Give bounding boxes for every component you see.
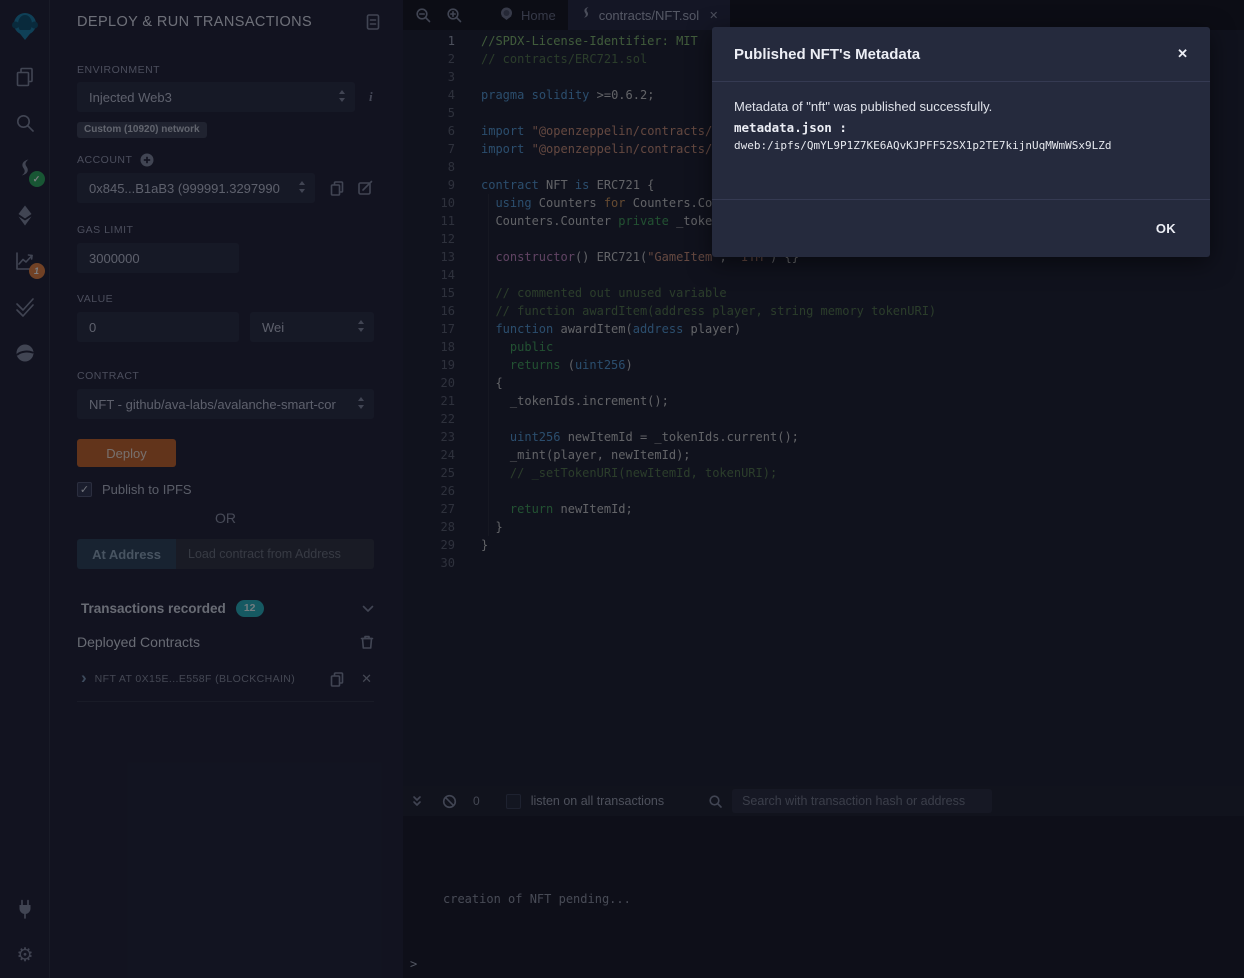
modal-title: Published NFT's Metadata bbox=[734, 46, 1177, 63]
published-metadata-modal: Published NFT's Metadata ✕ Metadata of "… bbox=[712, 27, 1210, 257]
metadata-filename: metadata.json : bbox=[734, 120, 1188, 135]
ipfs-link[interactable]: dweb:/ipfs/QmYL9P1Z7KE6AQvKJPFF52SX1p2TE… bbox=[734, 139, 1188, 152]
modal-close-icon[interactable]: ✕ bbox=[1177, 46, 1188, 62]
modal-message: Metadata of "nft" was published successf… bbox=[734, 99, 1188, 114]
ok-button[interactable]: OK bbox=[1156, 221, 1176, 236]
remix-ide-window: ✓ 1 bbox=[0, 0, 1244, 978]
